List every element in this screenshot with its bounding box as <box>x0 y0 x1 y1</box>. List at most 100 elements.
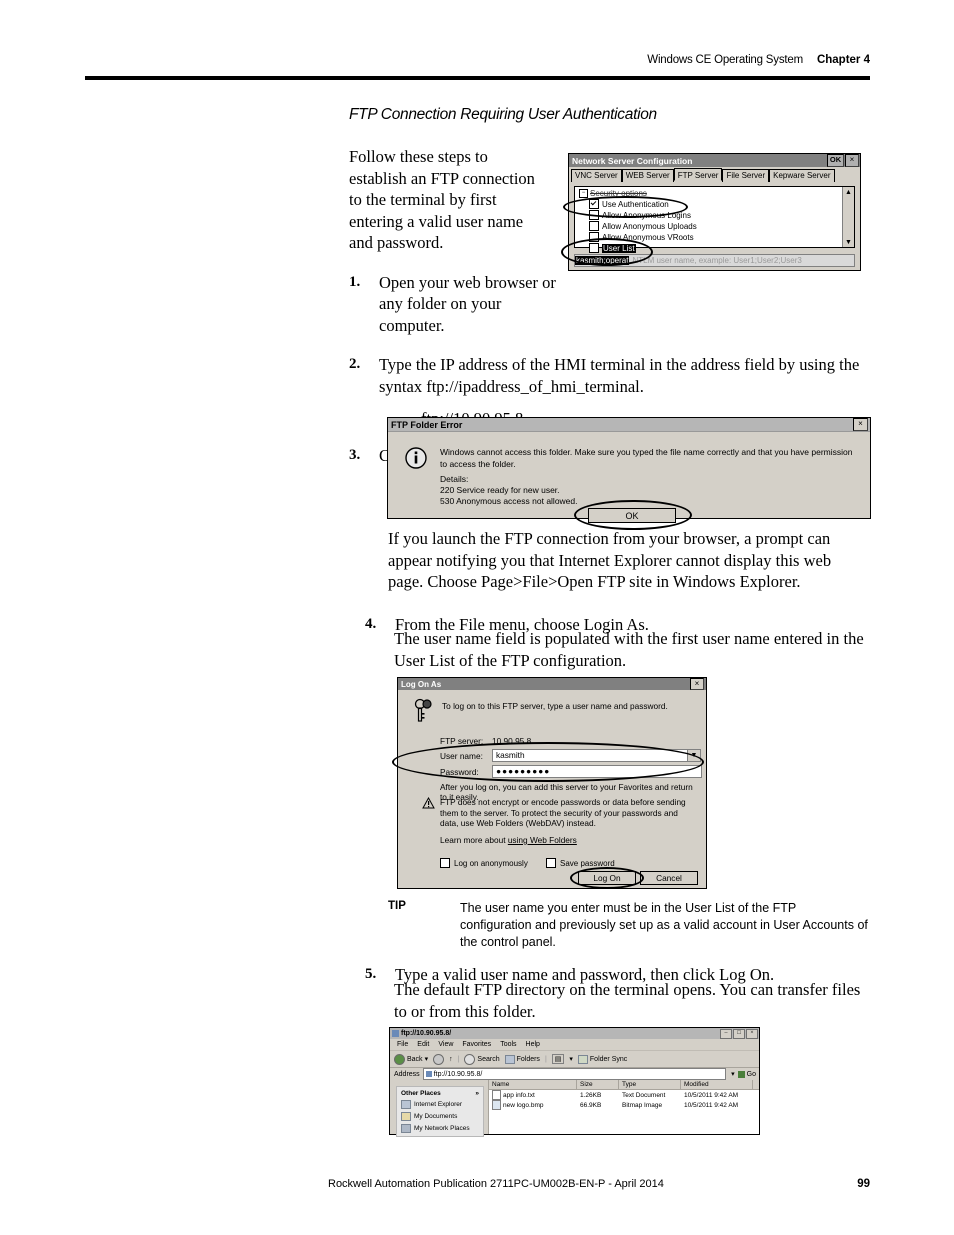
menu-file[interactable]: File <box>397 1041 408 1048</box>
file-list-header[interactable]: Name Size Type Modified <box>489 1080 759 1090</box>
views-dropdown-icon[interactable]: ▾ <box>569 1055 573 1063</box>
checkbox-icon[interactable] <box>589 199 599 209</box>
user-list-hint: NTLM user name, example: User1;User2;Use… <box>632 256 802 265</box>
option-allow-anonymous-logins[interactable]: Allow Anonymous Logins <box>589 210 840 220</box>
collapse-icon[interactable]: − <box>579 189 588 198</box>
log-on-button[interactable]: Log On <box>578 871 636 885</box>
nsc-options-list[interactable]: − Security options Use Authentication Al… <box>574 186 855 253</box>
search-label: Search <box>477 1055 500 1063</box>
menu-tools[interactable]: Tools <box>500 1041 516 1048</box>
scroll-down-icon[interactable]: ▼ <box>843 237 854 247</box>
network-server-configuration-dialog[interactable]: Network Server Configuration OK × VNC Se… <box>561 153 861 271</box>
ffe-ok-button[interactable]: OK <box>588 508 676 523</box>
option-allow-anonymous-uploads[interactable]: Allow Anonymous Uploads <box>589 221 840 231</box>
option-allow-anonymous-vroots[interactable]: Allow Anonymous VRoots <box>589 232 840 242</box>
up-arrow-icon[interactable]: ↑ <box>449 1056 453 1063</box>
views-icon[interactable]: ▤ <box>551 1054 565 1064</box>
ffe-close-button[interactable]: × <box>853 418 868 431</box>
nsc-scrollbar[interactable]: ▲ ▼ <box>842 187 854 247</box>
step-4-number: 4. <box>365 616 377 632</box>
ftp-server-value: 10.90.95.8 <box>492 735 532 746</box>
address-dropdown-icon[interactable]: ▾ <box>731 1070 735 1078</box>
chevron-down-icon[interactable]: ▼ <box>688 749 701 762</box>
scroll-up-icon[interactable]: ▲ <box>843 187 854 197</box>
column-header-modified[interactable]: Modified <box>681 1080 753 1089</box>
column-header-type[interactable]: Type <box>619 1080 681 1089</box>
table-row[interactable]: app info.txt 1.26KB Text Document 10/5/2… <box>489 1090 759 1100</box>
cancel-button[interactable]: Cancel <box>640 871 698 885</box>
column-header-name[interactable]: Name <box>489 1080 577 1089</box>
explorer-toolbar[interactable]: Back ▾ ↑ | Search Folders | ▤ ▾ Folder S… <box>390 1051 759 1068</box>
password-row[interactable]: Password: ●●●●●●●●● <box>440 765 702 778</box>
other-places-panel[interactable]: Other Places » Internet Explorer My Docu… <box>396 1086 484 1137</box>
tab-web-server[interactable]: WEB Server <box>621 169 674 182</box>
folders-button[interactable]: Folders <box>504 1054 540 1064</box>
go-button[interactable]: Go <box>737 1070 759 1078</box>
username-input[interactable]: kasmith <box>492 749 688 762</box>
option-label: Use Authentication <box>602 199 669 209</box>
browser-note-paragraph: If you launch the FTP connection from yo… <box>388 529 832 591</box>
ftp-folder-error-dialog[interactable]: FTP Folder Error × Windows cannot access… <box>387 417 871 530</box>
collapse-icon[interactable]: » <box>475 1090 479 1097</box>
option-user-list[interactable]: User List <box>589 243 840 253</box>
close-button[interactable]: × <box>746 1028 758 1039</box>
search-button[interactable]: Search <box>464 1053 500 1065</box>
windows-explorer-window[interactable]: ftp://10.90.95.8/ – □ × File Edit View F… <box>389 1027 760 1137</box>
publication-text: Rockwell Automation Publication 2711PC-U… <box>328 1178 664 1190</box>
header-rule <box>85 76 870 80</box>
nsc-close-button[interactable]: × <box>845 154 859 167</box>
folders-label: Folders <box>516 1055 540 1063</box>
tip-block: TIP The user name you enter must be in t… <box>388 900 870 951</box>
window-controls[interactable]: – □ × <box>720 1028 758 1039</box>
checkbox-icon[interactable] <box>589 243 599 253</box>
forward-arrow-icon[interactable] <box>433 1053 445 1065</box>
checkbox-icon[interactable] <box>589 221 599 231</box>
tab-vnc-server[interactable]: VNC Server <box>571 169 622 182</box>
loa-close-button[interactable]: × <box>690 678 704 690</box>
nsc-ok-button[interactable]: OK <box>827 154 844 167</box>
maximize-button[interactable]: □ <box>733 1028 745 1039</box>
menu-help[interactable]: Help <box>526 1041 540 1048</box>
menu-edit[interactable]: Edit <box>417 1041 429 1048</box>
go-label: Go <box>746 1070 756 1078</box>
log-on-anonymously-row[interactable]: Log on anonymously <box>440 858 528 868</box>
other-places-item-my-documents[interactable]: My Documents <box>401 1112 479 1121</box>
default-dir-paragraph: The default FTP directory on the termina… <box>394 980 861 1021</box>
ftp-server-label: FTP server: <box>440 735 484 746</box>
checkbox-icon[interactable] <box>589 232 599 242</box>
back-dropdown-icon[interactable]: ▾ <box>425 1055 429 1063</box>
option-use-authentication[interactable]: Use Authentication <box>589 199 840 209</box>
folder-sync-button[interactable]: Folder Sync <box>577 1054 627 1064</box>
save-password-row[interactable]: Save password <box>546 858 615 868</box>
menu-favorites[interactable]: Favorites <box>462 1041 491 1048</box>
checkbox-icon[interactable] <box>589 210 599 220</box>
checkbox-icon[interactable] <box>440 858 450 868</box>
file-size: 1.26KB <box>580 1091 602 1099</box>
other-places-item-internet-explorer[interactable]: Internet Explorer <box>401 1100 479 1109</box>
tab-file-server[interactable]: File Server <box>722 169 770 182</box>
explorer-file-list[interactable]: Name Size Type Modified app info.txt 1.2… <box>488 1080 759 1134</box>
menu-view[interactable]: View <box>438 1041 453 1048</box>
user-list-input[interactable]: kasmith;operat NTLM user name, example: … <box>574 254 855 267</box>
security-options-group: − Security options Use Authentication Al… <box>579 189 840 253</box>
folder-sync-icon <box>577 1054 588 1064</box>
web-folders-link[interactable]: using Web Folders <box>508 835 577 845</box>
address-input[interactable]: ftp://10.90.95.8/ <box>422 1068 727 1080</box>
tab-kepware-server[interactable]: Kepware Server <box>769 169 835 182</box>
password-input[interactable]: ●●●●●●●●● <box>492 765 702 778</box>
back-button[interactable]: Back ▾ <box>394 1053 429 1065</box>
explorer-menubar[interactable]: File Edit View Favorites Tools Help <box>390 1039 759 1051</box>
log-on-as-dialog[interactable]: Log On As × To log on to this FTP server… <box>392 677 707 889</box>
security-options-header[interactable]: − Security options <box>579 189 840 198</box>
loa-title: Log On As <box>401 679 442 689</box>
column-header-size[interactable]: Size <box>577 1080 619 1089</box>
checkbox-icon[interactable] <box>546 858 556 868</box>
tab-ftp-server[interactable]: FTP Server <box>673 168 723 181</box>
other-places-item-my-network-places[interactable]: My Network Places <box>401 1124 479 1133</box>
username-row[interactable]: User name: kasmith ▼ <box>440 749 701 762</box>
nsc-tab-strip[interactable]: VNC Server WEB Server FTP Server File Se… <box>569 167 860 182</box>
minimize-button[interactable]: – <box>720 1028 732 1039</box>
explorer-main: Other Places » Internet Explorer My Docu… <box>390 1080 759 1137</box>
explorer-title: ftp://10.90.95.8/ <box>401 1030 452 1037</box>
table-row[interactable]: new logo.bmp 66.9KB Bitmap Image 10/5/20… <box>489 1100 759 1110</box>
